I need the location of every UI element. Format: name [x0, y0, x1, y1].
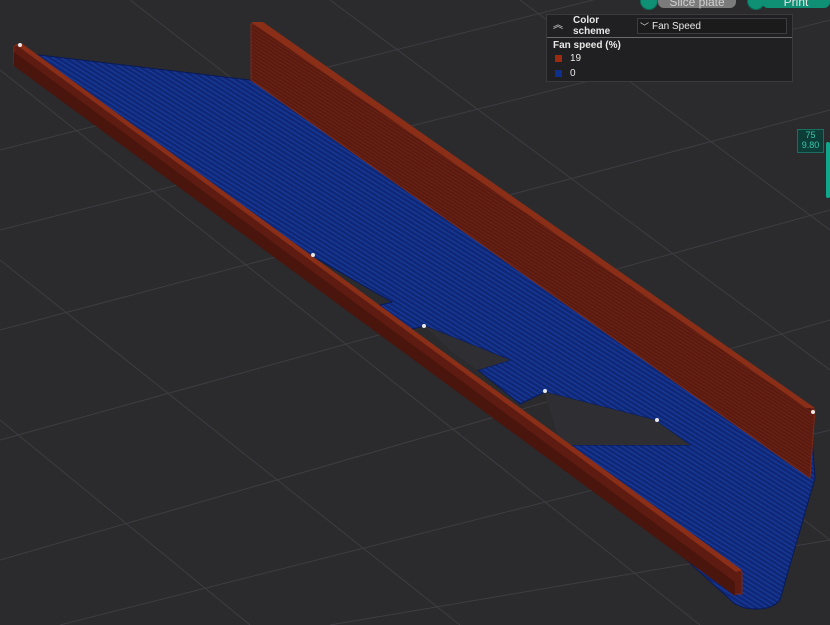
legend-item: 19 — [547, 51, 792, 66]
legend-item: 0 — [547, 66, 792, 81]
layer-height: 9.80 — [801, 140, 820, 150]
3d-viewport[interactable] — [0, 0, 830, 625]
layer-slider-handle[interactable] — [826, 142, 830, 198]
color-scheme-select[interactable]: ﹀ Fan Speed — [637, 18, 787, 34]
legend-item-label: 19 — [570, 53, 582, 64]
legend-swatch — [555, 70, 562, 77]
color-scheme-value: Fan Speed — [652, 20, 701, 32]
layer-number: 75 — [805, 130, 816, 140]
slice-plate-button[interactable]: Slice plate — [658, 0, 736, 9]
legend-item-label: 0 — [570, 68, 576, 79]
layer-slider-label: 75 9.80 — [797, 129, 824, 153]
legend-swatch — [555, 55, 562, 62]
print-button[interactable]: Print — [762, 0, 830, 9]
color-scheme-label: Color scheme — [573, 15, 611, 37]
legend-title: Fan speed (%) — [553, 40, 621, 51]
chevron-down-icon: ﹀ — [640, 21, 650, 32]
collapse-chevron-icon[interactable]: ︽ — [553, 21, 573, 31]
color-scheme-legend: ︽ Color scheme ﹀ Fan Speed Fan speed (%)… — [546, 14, 793, 82]
